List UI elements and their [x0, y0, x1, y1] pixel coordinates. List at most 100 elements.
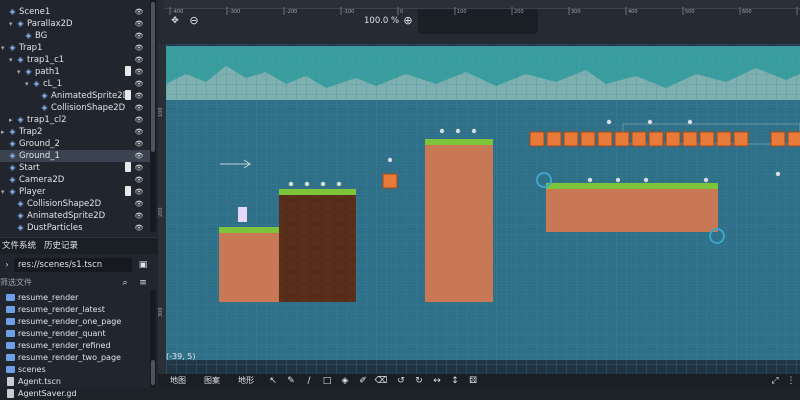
- script-icon[interactable]: [125, 66, 131, 76]
- visibility-eye-icon[interactable]: 👁: [134, 138, 144, 150]
- expand-arrow-icon[interactable]: ▾: [17, 66, 21, 78]
- visibility-eye-icon[interactable]: 👁: [134, 54, 144, 66]
- expand-arrow-icon[interactable]: ▾: [9, 18, 13, 30]
- expand-arrow-icon[interactable]: ▸: [1, 126, 5, 138]
- expand-icon[interactable]: ⤢: [768, 374, 782, 388]
- folder-item[interactable]: resume_render: [0, 292, 150, 304]
- scene-node[interactable]: ▾ ◈ Player 👁: [0, 186, 150, 198]
- folder-item[interactable]: resume_render_two_page: [0, 352, 150, 364]
- visibility-eye-icon[interactable]: 👁: [134, 30, 144, 42]
- flip-v-icon[interactable]: ↕: [448, 374, 462, 388]
- paint-tool-icon[interactable]: ✎: [284, 374, 298, 388]
- filesystem-scrollbar[interactable]: [150, 290, 156, 388]
- file-item[interactable]: AgentSaver.gd: [0, 388, 150, 400]
- visibility-eye-icon[interactable]: 👁: [134, 78, 144, 90]
- select-tool-icon[interactable]: ↖: [266, 374, 280, 388]
- expand-arrow-icon[interactable]: ▾: [25, 78, 29, 90]
- scene-node[interactable]: ◈ Start 👁: [0, 162, 150, 174]
- crate-block: [597, 131, 613, 147]
- script-icon[interactable]: [125, 162, 131, 172]
- parallax-icon: ◈: [17, 19, 24, 28]
- folder-item[interactable]: resume_render_quant: [0, 328, 150, 340]
- visibility-eye-icon[interactable]: 👁: [134, 174, 144, 186]
- visibility-eye-icon[interactable]: 👁: [134, 114, 144, 126]
- scene-node[interactable]: ◈ BG 👁: [0, 30, 150, 42]
- expand-arrow-icon[interactable]: ▾: [9, 54, 13, 66]
- scene-node[interactable]: ◈ AnimatedSprite2D 👁: [0, 90, 150, 102]
- scene-node[interactable]: ▸ ◈ Trap2 👁: [0, 126, 150, 138]
- path-field[interactable]: res://scenes/s1.tscn: [14, 258, 132, 272]
- path-point-marker: [687, 119, 693, 125]
- zoom-level[interactable]: 100.0 %: [364, 16, 399, 26]
- visibility-eye-icon[interactable]: 👁: [134, 222, 144, 234]
- sort-icon[interactable]: ≡: [136, 276, 150, 290]
- visibility-eye-icon[interactable]: 👁: [134, 66, 144, 78]
- menu-icon[interactable]: ⋮: [784, 374, 798, 388]
- picker-tool-icon[interactable]: ✐: [356, 374, 370, 388]
- zoom-in-icon[interactable]: ⊕: [401, 14, 415, 28]
- tab-history[interactable]: 历史记录: [44, 238, 78, 254]
- scene-node[interactable]: ◈ Ground_1 👁: [0, 150, 150, 162]
- ruler-label: 200: [158, 207, 164, 217]
- scene-node[interactable]: ◈ Ground_2 👁: [0, 138, 150, 150]
- visibility-eye-icon[interactable]: 👁: [134, 198, 144, 210]
- folder-item[interactable]: scenes: [0, 364, 150, 376]
- scene-node[interactable]: ▾ ◈ cL_1 👁: [0, 78, 150, 90]
- scene-node[interactable]: ▾ ◈ path1 👁: [0, 66, 150, 78]
- tab-filesystem[interactable]: 文件系统: [2, 238, 36, 254]
- visibility-eye-icon[interactable]: 👁: [134, 162, 144, 174]
- scene-node[interactable]: ▾ ◈ Trap1 👁: [0, 42, 150, 54]
- bucket-tool-icon[interactable]: ◈: [338, 374, 352, 388]
- tab-terrain[interactable]: 地形: [238, 374, 254, 388]
- expand-arrow-icon[interactable]: ▾: [1, 42, 5, 54]
- visibility-eye-icon[interactable]: 👁: [134, 210, 144, 222]
- eraser-tool-icon[interactable]: ⌫: [374, 374, 388, 388]
- visibility-eye-icon[interactable]: 👁: [134, 18, 144, 30]
- visibility-eye-icon[interactable]: 👁: [134, 126, 144, 138]
- chevron-right-icon[interactable]: ›: [0, 258, 14, 272]
- script-icon[interactable]: [125, 90, 131, 100]
- visibility-eye-icon[interactable]: 👁: [134, 150, 144, 162]
- rotate-left-icon[interactable]: ↺: [394, 374, 408, 388]
- script-icon[interactable]: [125, 186, 131, 196]
- scene-node[interactable]: ◈ DustParticles 👁: [0, 222, 150, 234]
- scene-node[interactable]: ▾ ◈ trap1_c1 👁: [0, 54, 150, 66]
- split-view-icon[interactable]: ▣: [136, 258, 150, 272]
- zoom-out-icon[interactable]: ⊖: [187, 14, 201, 28]
- visibility-eye-icon[interactable]: 👁: [134, 42, 144, 54]
- scene-tree-scrollbar[interactable]: [150, 0, 156, 232]
- ruler-label: -300: [229, 9, 240, 15]
- folder-item[interactable]: resume_render_one_page: [0, 316, 150, 328]
- visibility-eye-icon[interactable]: 👁: [134, 102, 144, 114]
- flip-h-icon[interactable]: ↔: [430, 374, 444, 388]
- visibility-eye-icon[interactable]: 👁: [134, 186, 144, 198]
- scene-node[interactable]: ◈ AnimatedSprite2D 👁: [0, 210, 150, 222]
- scene-node[interactable]: ◈ Scene1 👁: [0, 6, 150, 18]
- rotate-right-icon[interactable]: ↻: [412, 374, 426, 388]
- folder-icon: [6, 342, 15, 349]
- scene-node[interactable]: ▸ ◈ trap1_cl2 👁: [0, 114, 150, 126]
- file-item[interactable]: Agent.tscn: [0, 376, 150, 388]
- tab-pattern[interactable]: 图案: [204, 374, 220, 388]
- folder-item[interactable]: resume_render_latest: [0, 304, 150, 316]
- scene-node[interactable]: ◈ CollisionShape2D 👁: [0, 102, 150, 114]
- filter-input[interactable]: 筛选文件: [0, 276, 116, 290]
- expand-arrow-icon[interactable]: ▾: [1, 186, 5, 198]
- scene-node[interactable]: ◈ CollisionShape2D 👁: [0, 198, 150, 210]
- expand-arrow-icon[interactable]: ▸: [9, 114, 13, 126]
- random-tile-icon[interactable]: ⚄: [466, 374, 480, 388]
- search-icon[interactable]: ⌕: [118, 276, 132, 290]
- level-canvas[interactable]: [166, 44, 800, 374]
- folder-item[interactable]: resume_render_refined: [0, 340, 150, 352]
- tab-map[interactable]: 地图: [170, 374, 186, 388]
- ruler-label: -400: [172, 9, 183, 15]
- rect-tool-icon[interactable]: □: [320, 374, 334, 388]
- scene-node[interactable]: ◈ Camera2D 👁: [0, 174, 150, 186]
- scene-node[interactable]: ▾ ◈ Parallax2D 👁: [0, 18, 150, 30]
- visibility-eye-icon[interactable]: 👁: [134, 6, 144, 18]
- move-icon[interactable]: ✥: [168, 14, 182, 28]
- bottom-tile-tabs: 地图 图案 地形 ↖ ✎ ∕ □ ◈ ✐ ⌫ ↺ ↻ ↔ ↕ ⚄ ⤢ ⋮: [158, 374, 800, 388]
- visibility-eye-icon[interactable]: 👁: [134, 90, 144, 102]
- path-point-marker: [455, 128, 461, 134]
- line-tool-icon[interactable]: ∕: [302, 374, 316, 388]
